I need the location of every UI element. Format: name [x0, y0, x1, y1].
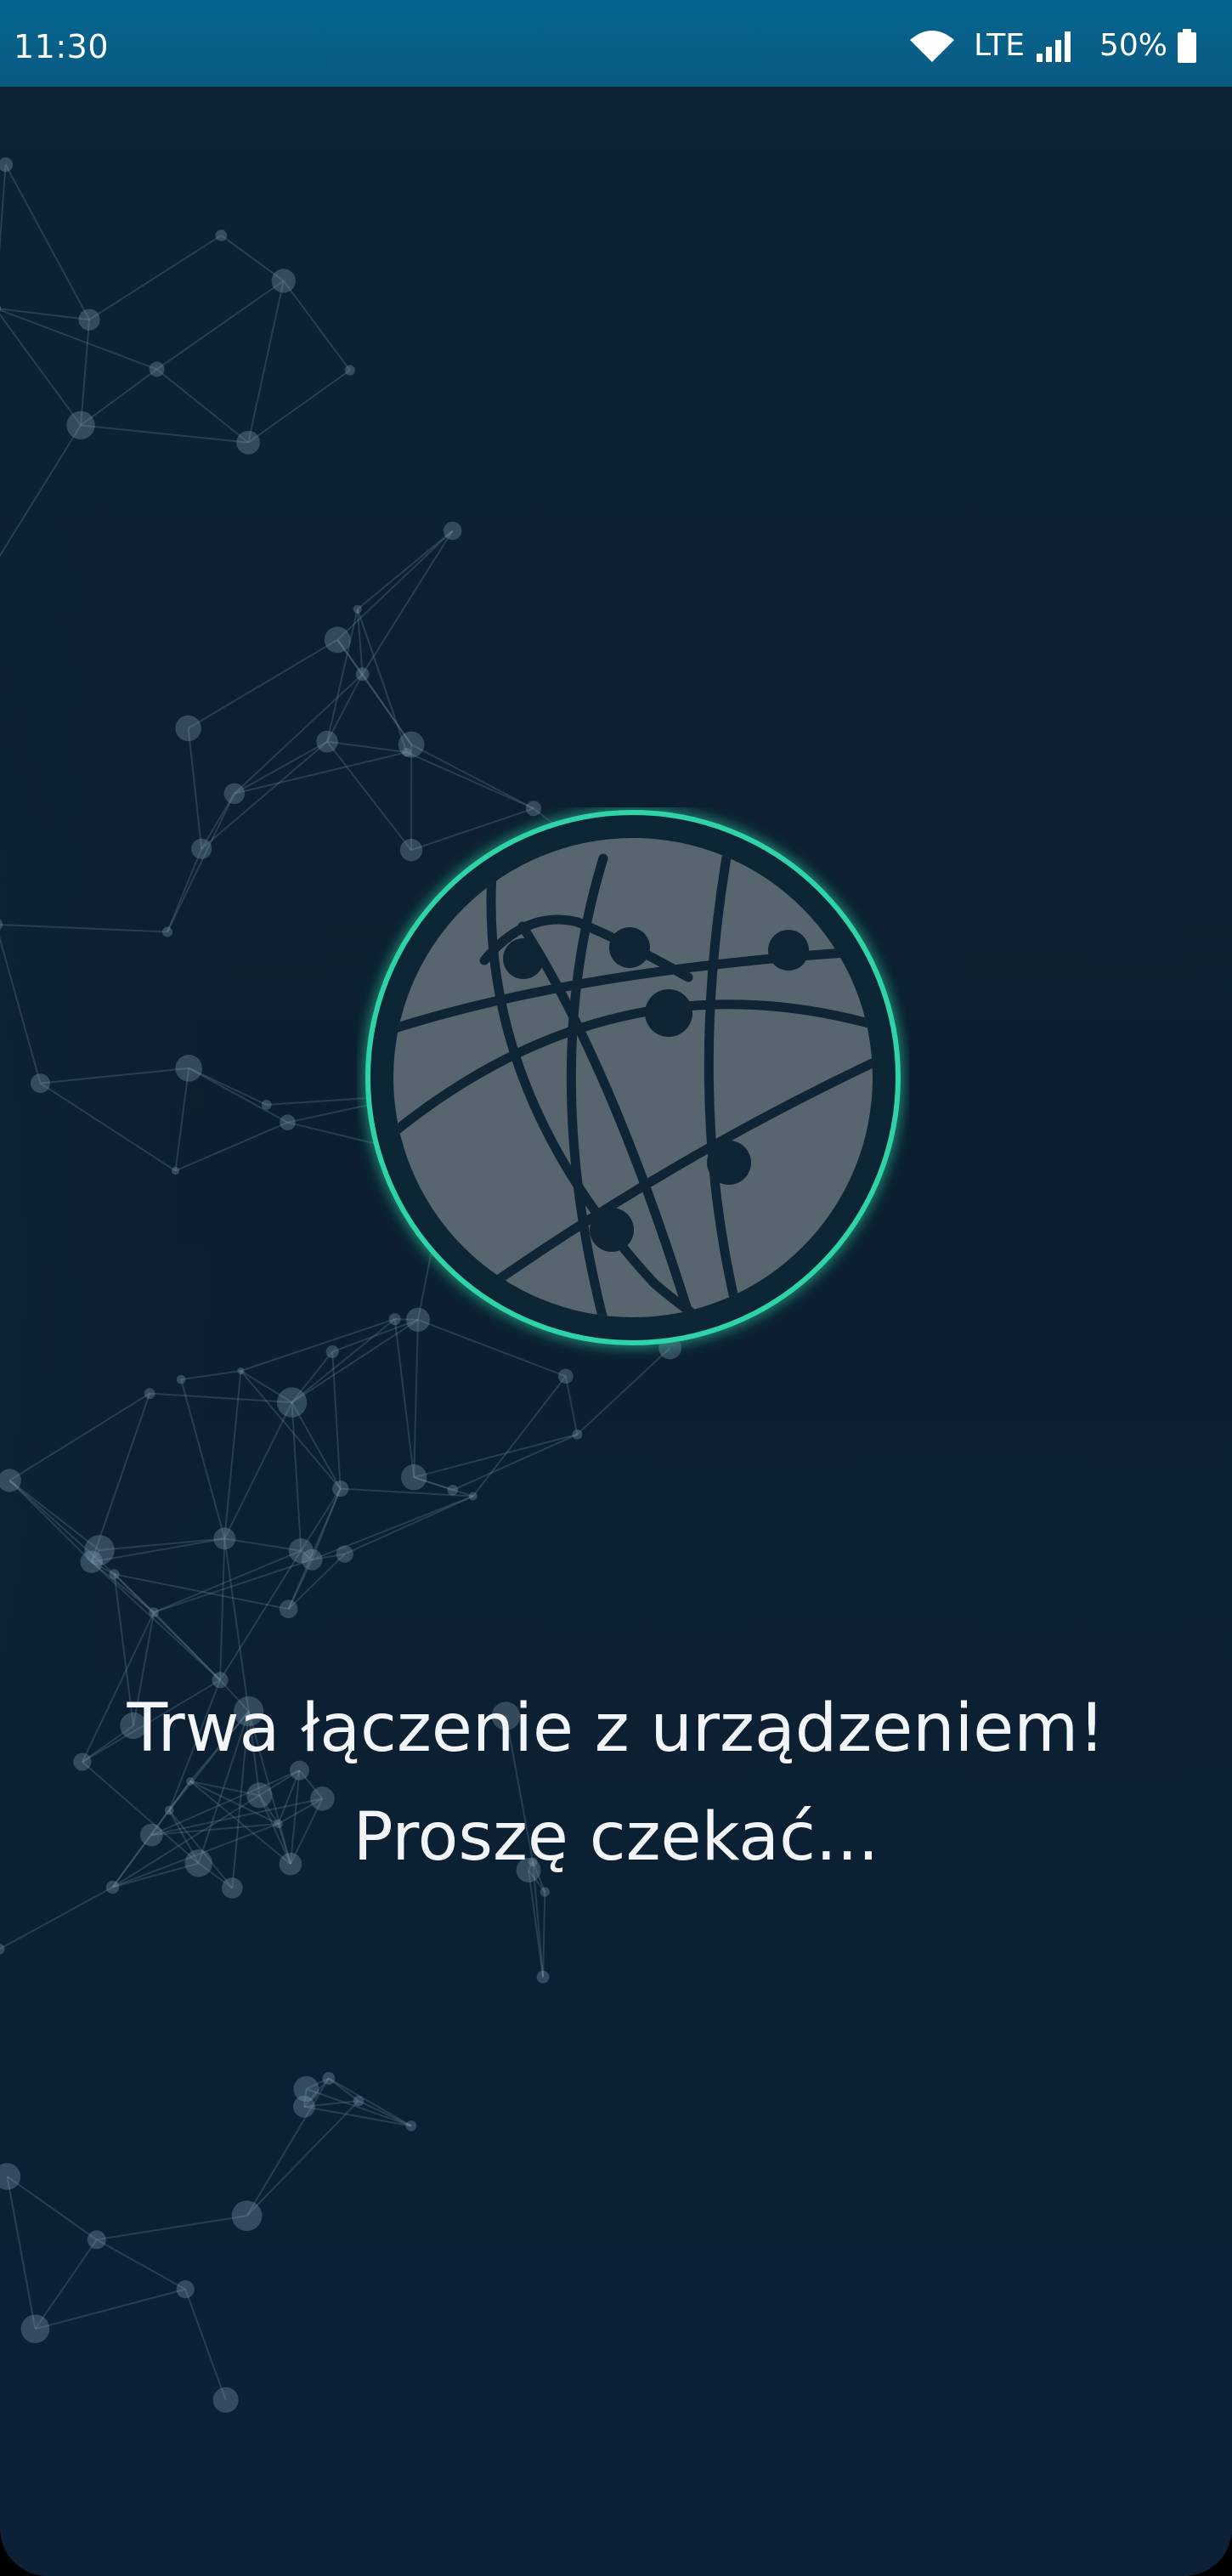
message-line-1: Trwa łączenie z urządzeniem! — [127, 1690, 1105, 1767]
app-screen: 11:30 LTE 50% Trwa łączenie z urządzenie… — [0, 0, 1232, 2576]
network-node — [215, 229, 228, 241]
network-node — [353, 604, 362, 614]
message-line-2: Proszę czekać... — [353, 1799, 879, 1876]
network-node — [109, 1569, 120, 1580]
network-node — [322, 2072, 336, 2085]
network-node — [236, 430, 261, 455]
status-time: 11:30 — [14, 28, 110, 65]
network-node — [78, 309, 100, 331]
network-node — [324, 626, 351, 654]
network-node — [20, 2314, 50, 2344]
network-node — [355, 667, 370, 682]
network-node — [443, 521, 462, 541]
network-node — [325, 1345, 339, 1359]
network-node — [176, 1374, 186, 1384]
network-node — [400, 1464, 427, 1491]
network-node — [191, 838, 212, 859]
network-node — [558, 1368, 574, 1384]
network-node — [149, 1607, 159, 1617]
battery-percent: 50% — [1099, 28, 1167, 63]
network-type: LTE — [974, 28, 1025, 63]
network-node — [288, 1538, 314, 1564]
network-node — [144, 1388, 155, 1399]
network-node — [66, 410, 95, 440]
network-node — [572, 1429, 583, 1440]
network-node — [175, 715, 201, 742]
connection-status-message: Trwa łączenie z urządzeniem! Proszę czek… — [0, 1674, 1232, 1892]
network-node — [336, 1545, 353, 1563]
network-node — [332, 1480, 349, 1497]
network-node — [223, 783, 246, 804]
network-node — [213, 1527, 236, 1550]
network-node — [316, 730, 338, 753]
signal-icon — [1036, 31, 1071, 62]
network-node — [84, 1535, 115, 1565]
network-node — [405, 2120, 417, 2132]
network-node — [536, 1970, 550, 1984]
wifi-icon — [910, 31, 955, 62]
network-node — [468, 1492, 478, 1501]
network-node — [212, 2386, 239, 2413]
network-node — [231, 2200, 263, 2232]
status-bar: 11:30 LTE 50% — [0, 0, 1232, 87]
connecting-globe-icon — [365, 810, 901, 1345]
network-node — [175, 1054, 203, 1082]
network-node — [344, 365, 355, 376]
status-indicators: LTE 50% — [907, 25, 1196, 66]
network-node — [293, 2075, 319, 2102]
battery-icon — [1178, 29, 1196, 63]
network-node — [176, 2280, 195, 2299]
network-node — [447, 1485, 459, 1496]
network-node — [276, 1387, 308, 1418]
network-node — [149, 361, 165, 377]
network-node — [271, 269, 296, 293]
network-node — [398, 731, 425, 758]
network-node — [279, 1599, 298, 1619]
network-node — [280, 1114, 296, 1131]
network-node — [353, 2095, 365, 2107]
network-node — [261, 1100, 272, 1110]
network-node — [87, 2230, 106, 2250]
network-node — [31, 1073, 50, 1094]
network-node — [237, 1367, 245, 1375]
network-node — [161, 926, 173, 937]
network-node — [171, 1166, 180, 1175]
